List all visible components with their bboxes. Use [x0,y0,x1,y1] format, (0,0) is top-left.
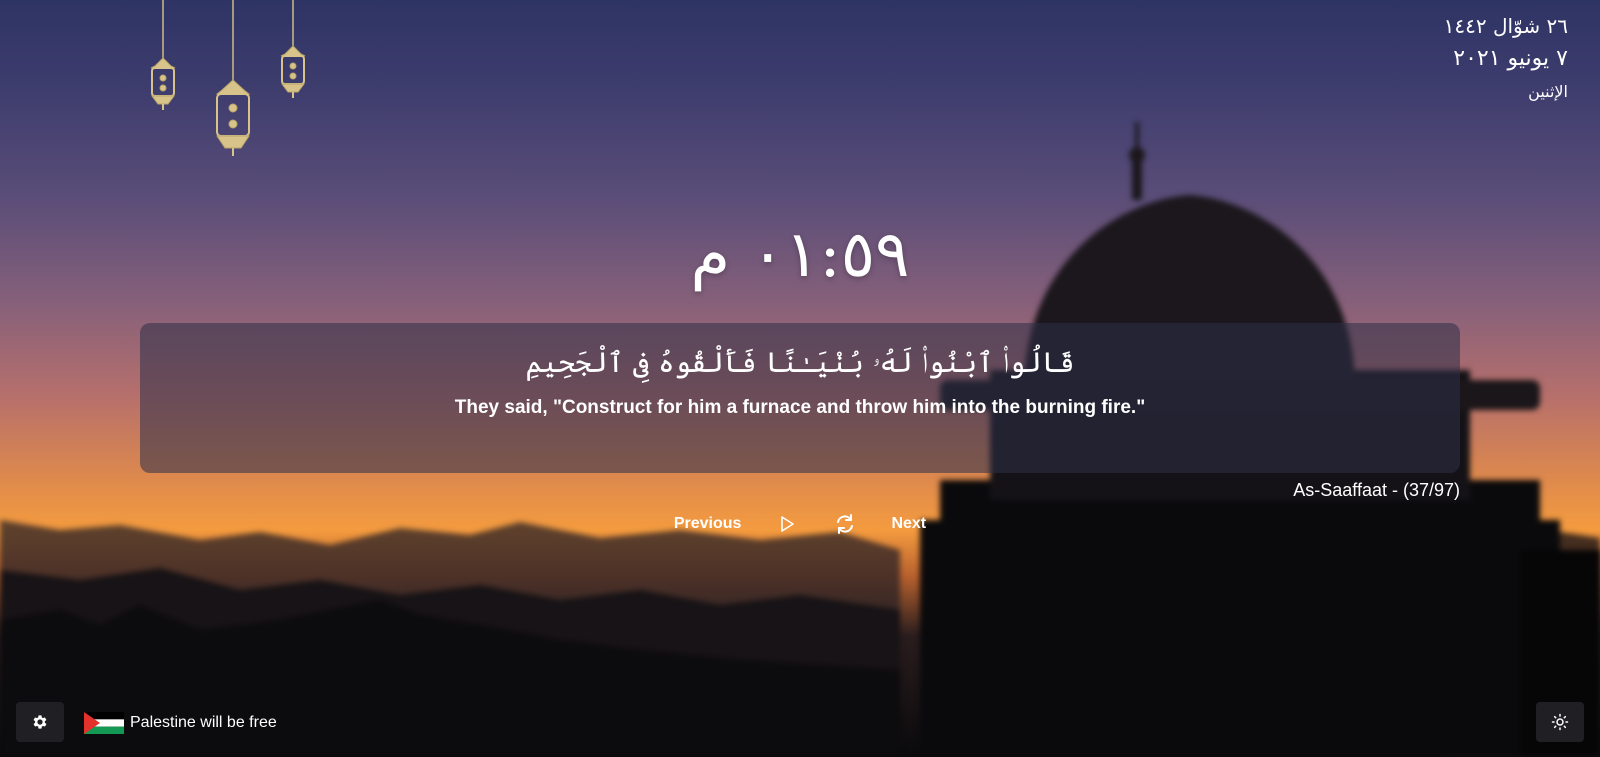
previous-button[interactable]: Previous [672,511,744,537]
play-button[interactable] [773,510,801,538]
verse-card: قَالُوا۟ ٱبْنُوا۟ لَهُۥ بُنْيَـٰنًا فَأَ… [140,323,1460,473]
next-button[interactable]: Next [889,511,928,537]
hijri-date: ٢٦ شوّال ١٤٤٢ [1443,14,1568,38]
verse-arabic-text: قَالُوا۟ ٱبْنُوا۟ لَهُۥ بُنْيَـٰنًا فَأَ… [525,346,1075,379]
date-display: ٢٦ شوّال ١٤٤٢ ٧ يونيو ٢٠٢١ الإثنين [1444,14,1568,102]
lanterns-decoration [150,0,306,156]
palestine-banner: Palestine will be free [84,712,277,734]
verse-reference: As-Saaffaat - (37/97) [1293,480,1460,500]
clock-time: ٠١:٥٩ م [690,218,910,292]
settings-button[interactable] [16,702,64,742]
palestine-flag-icon [84,712,124,734]
theme-toggle-button[interactable] [1536,702,1584,742]
palestine-text: Palestine will be free [130,714,277,731]
gear-icon [33,715,47,729]
refresh-icon [837,514,854,534]
verse-controls: Previous Next [0,510,1600,538]
sun-icon [1551,713,1569,731]
weekday: الإثنين [1528,82,1568,101]
verse-translation: They said, "Construct for him a furnace … [454,397,1146,418]
gregorian-date: ٧ يونيو ٢٠٢١ [1453,46,1568,71]
play-icon [781,516,795,532]
refresh-button[interactable] [831,510,859,538]
